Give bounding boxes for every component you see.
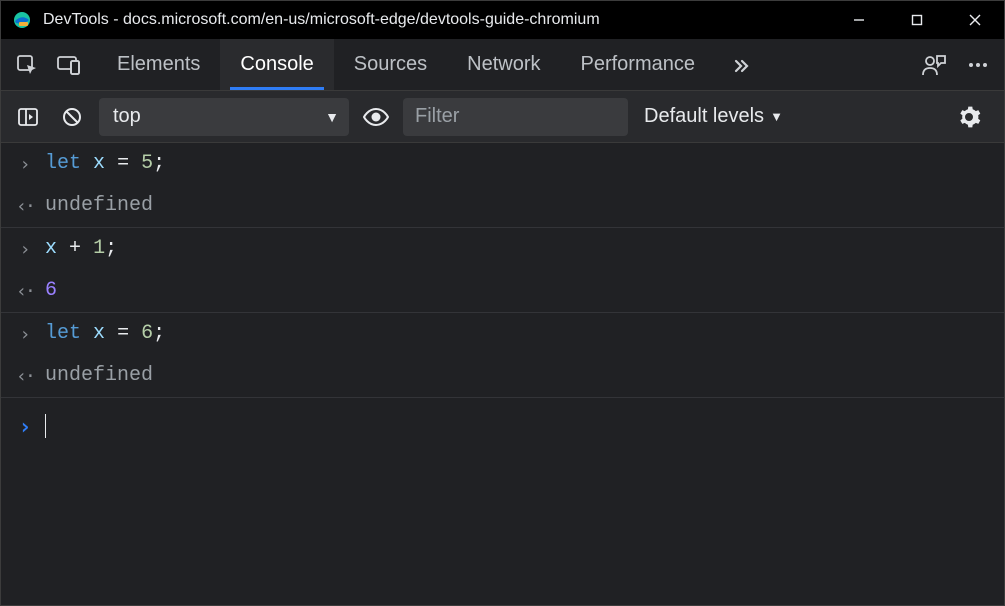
titlebar: DevTools - docs.microsoft.com/en-us/micr…: [1, 1, 1004, 39]
more-tabs-icon[interactable]: [721, 45, 761, 85]
console-input-row: › let x = 6;: [1, 313, 1004, 355]
more-options-icon[interactable]: [958, 45, 998, 85]
input-marker-icon: ›: [17, 315, 33, 352]
input-marker-icon: ›: [17, 145, 33, 182]
log-levels-label: Default levels: [644, 105, 764, 128]
console-input-row: › let x = 5;: [1, 143, 1004, 185]
context-selector-value: top: [113, 105, 141, 128]
main-tabs: ElementsConsoleSourcesNetworkPerformance: [1, 39, 1004, 91]
console-prompt[interactable]: ›: [1, 398, 1004, 455]
context-selector[interactable]: top ▼: [99, 98, 349, 136]
console-output-row: ‹· undefined: [1, 355, 1004, 398]
tab-network[interactable]: Network: [447, 39, 560, 90]
prompt-icon: ›: [17, 404, 33, 449]
console-output-value: undefined: [45, 187, 153, 225]
console-output-row: ‹· 6: [1, 270, 1004, 313]
clear-console-icon[interactable]: [55, 100, 89, 134]
input-marker-icon: ›: [17, 230, 33, 267]
tab-console[interactable]: Console: [220, 39, 333, 90]
tab-sources[interactable]: Sources: [334, 39, 447, 90]
console-output-value: 6: [45, 272, 57, 310]
inspect-element-icon[interactable]: [7, 45, 47, 85]
console-input-code: x + 1;: [45, 230, 117, 268]
filter-input[interactable]: [403, 98, 628, 136]
window-title: DevTools - docs.microsoft.com/en-us/micr…: [41, 11, 830, 29]
console-input-row: › x + 1;: [1, 228, 1004, 270]
tab-list: ElementsConsoleSourcesNetworkPerformance: [97, 39, 715, 90]
toggle-sidebar-icon[interactable]: [11, 100, 45, 134]
maximize-button[interactable]: [888, 1, 946, 39]
output-marker-icon: ‹·: [17, 187, 33, 224]
chevron-down-icon: ▼: [325, 109, 339, 125]
window-controls: [830, 1, 1004, 39]
output-marker-icon: ‹·: [17, 357, 33, 394]
console-output[interactable]: › let x = 5; ‹· undefined › x + 1; ‹· 6 › let x =…: [1, 143, 1004, 605]
live-expression-icon[interactable]: [359, 100, 393, 134]
console-toolbar: top ▼ Default levels ▼: [1, 91, 1004, 143]
console-output-row: ‹· undefined: [1, 185, 1004, 228]
close-button[interactable]: [946, 1, 1004, 39]
chevron-down-icon: ▼: [770, 109, 783, 124]
output-marker-icon: ‹·: [17, 272, 33, 309]
device-toolbar-icon[interactable]: [49, 45, 89, 85]
minimize-button[interactable]: [830, 1, 888, 39]
log-levels-selector[interactable]: Default levels ▼: [644, 105, 783, 128]
app-icon: [13, 11, 31, 29]
tab-performance[interactable]: Performance: [561, 39, 716, 90]
console-input-code: let x = 5;: [45, 145, 165, 183]
devtools-window: DevTools - docs.microsoft.com/en-us/micr…: [0, 0, 1005, 606]
console-settings-icon[interactable]: [952, 100, 986, 134]
tab-elements[interactable]: Elements: [97, 39, 220, 90]
feedback-icon[interactable]: [914, 45, 954, 85]
text-caret: [45, 414, 46, 438]
console-output-value: undefined: [45, 357, 153, 395]
console-input-code: let x = 6;: [45, 315, 165, 353]
